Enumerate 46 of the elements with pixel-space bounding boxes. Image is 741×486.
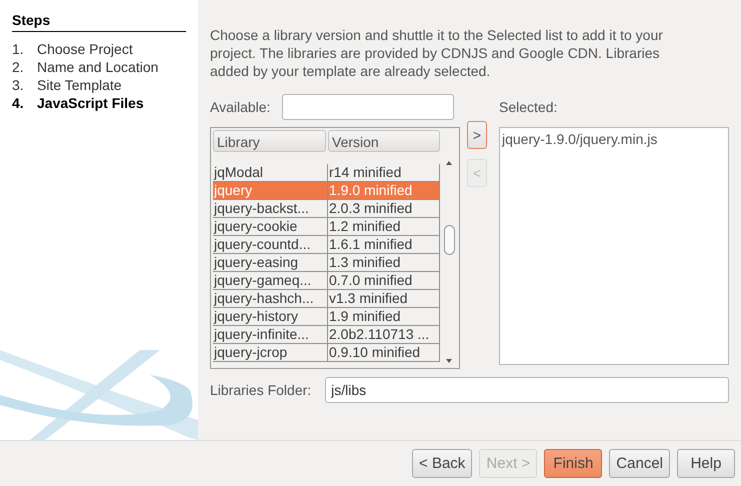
table-cell[interactable]: 0.9.10 minified <box>328 344 440 362</box>
step-label: Choose Project <box>37 40 133 58</box>
scroll-down-icon[interactable] <box>446 359 452 363</box>
table-cell[interactable]: 1.2 minified <box>328 218 440 236</box>
dialog-button[interactable]: Cancel <box>609 449 670 478</box>
column-header[interactable]: Version <box>328 130 440 152</box>
table-cell[interactable]: 1.6.1 minified <box>328 236 440 254</box>
scrollbar-thumb[interactable] <box>444 225 455 255</box>
table-cell[interactable]: jquery-history <box>213 308 328 326</box>
table-cell[interactable]: jquery-jcrop <box>213 344 328 362</box>
table-cell[interactable]: jquery-cookie <box>213 218 328 236</box>
step-number: 3. <box>12 76 25 94</box>
step-label: Site Template <box>37 76 122 94</box>
table-cell[interactable]: jquery-countd... <box>213 236 328 254</box>
table-cell[interactable]: 2.0.3 minified <box>328 200 440 218</box>
step-number: 1. <box>12 40 25 58</box>
table-cell[interactable]: 1.9 minified <box>328 308 440 326</box>
table-cell[interactable]: 2.0b2.110713 ... <box>328 326 440 344</box>
scrollbar[interactable] <box>441 128 459 368</box>
step-number: 4. <box>12 94 25 112</box>
instruction-text: Choose a library version and shuttle it to the Selected list to add it to your project. The libraries are provided by CDNJS and Google CDN. Libraries added by your template are already selected. <box>210 26 664 80</box>
table-cell[interactable]: v1.3 minified <box>328 290 440 308</box>
table-cell[interactable]: jquery-gameq... <box>213 272 328 290</box>
libraries-folder-label: Libraries Folder: <box>210 382 312 398</box>
table-cell[interactable]: jquery-easing <box>213 254 328 272</box>
table-cell[interactable]: jquery-backst... <box>213 200 328 218</box>
table-cell[interactable]: jquery-hashch... <box>213 290 328 308</box>
column-header[interactable]: Library <box>213 130 326 152</box>
step-label: JavaScript Files <box>37 94 144 112</box>
dialog-button[interactable]: Help <box>677 449 735 478</box>
table-cell[interactable]: jquery-infinite... <box>213 326 328 344</box>
steps-title: Steps <box>12 12 186 32</box>
selected-label: Selected: <box>499 98 558 117</box>
table-cell[interactable]: 0.7.0 minified <box>328 272 440 290</box>
dialog-button[interactable]: Finish <box>544 449 602 478</box>
selected-item[interactable]: jquery-1.9.0/jquery.min.js <box>502 130 726 148</box>
dialog-button[interactable]: < Back <box>412 449 472 478</box>
libraries-folder-field[interactable]: js/libs <box>325 377 729 403</box>
scroll-up-icon[interactable] <box>446 161 452 165</box>
add-button[interactable]: > <box>467 121 487 149</box>
step-label: Name and Location <box>37 58 158 76</box>
available-filter-field[interactable] <box>282 94 454 120</box>
table-cell[interactable]: 1.3 minified <box>328 254 440 272</box>
selected-list[interactable]: jquery-1.9.0/jquery.min.js <box>499 127 729 365</box>
available-label: Available: <box>210 99 270 115</box>
step-number: 2. <box>12 58 25 76</box>
